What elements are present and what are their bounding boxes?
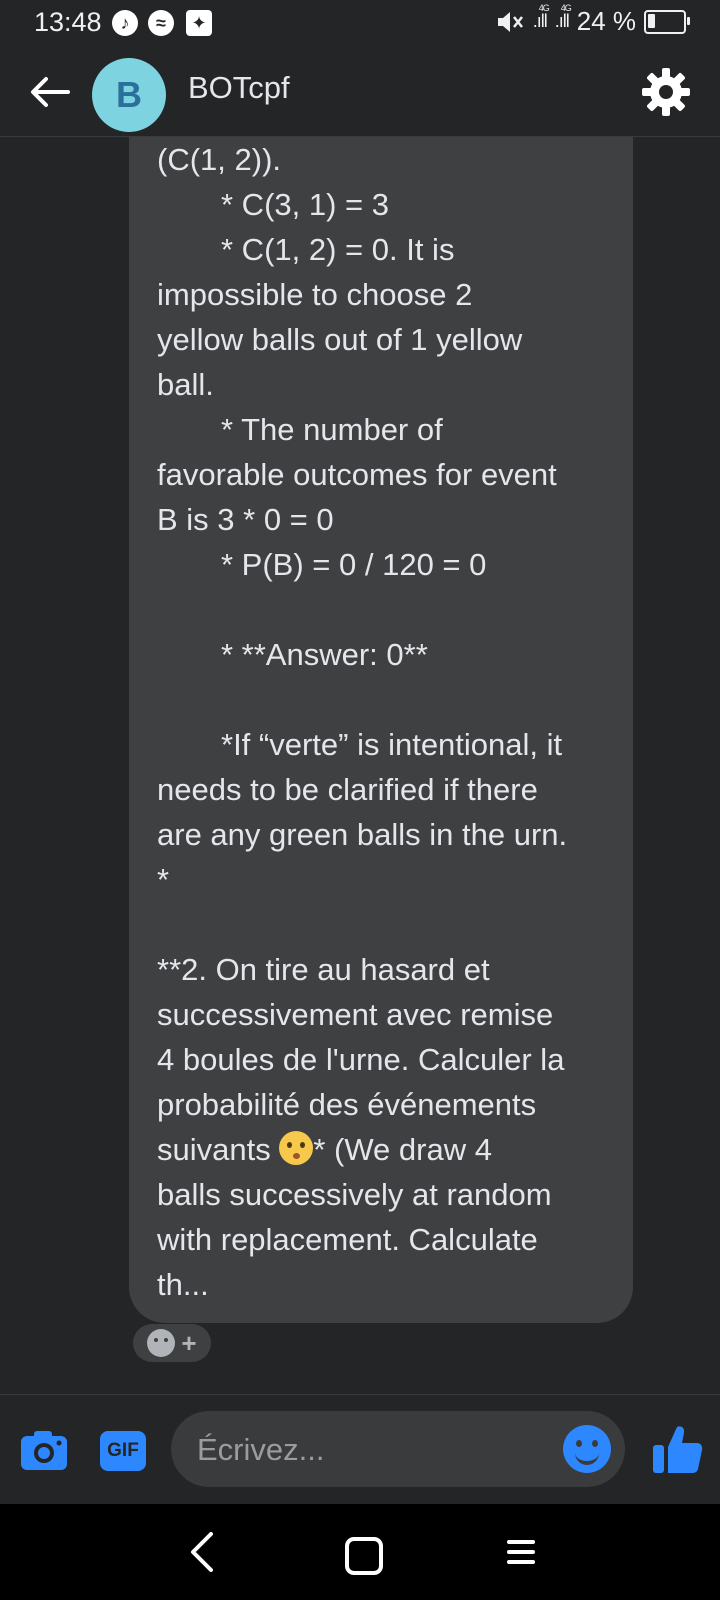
chat-header: B BOTcpf: [0, 46, 720, 137]
message-line: balls successively at random: [157, 1177, 552, 1212]
nav-home-icon[interactable]: [345, 1537, 383, 1575]
emoji-icon[interactable]: [563, 1425, 611, 1473]
signal-icon: 4G .ıll: [554, 3, 572, 31]
battery-percent: 24 %: [576, 6, 636, 36]
message-line: with replacement. Calculate: [157, 1222, 538, 1257]
message-line: suivants * (We draw 4: [157, 1131, 492, 1167]
message-line: are any green balls in the urn.: [157, 817, 568, 852]
message-line: B is 3 * 0 = 0: [157, 502, 334, 537]
message-line: **2. On tire au hasard et: [157, 952, 490, 987]
message-line: * **Answer: 0**: [221, 637, 428, 672]
arrow-left-icon[interactable]: [28, 70, 72, 114]
message-bubble[interactable]: (C(1, 2)). * C(3, 1) = 3 * C(1, 2) = 0. …: [129, 137, 633, 1323]
message-line: th...: [157, 1267, 209, 1302]
system-nav-bar: [0, 1504, 720, 1600]
message-line: yellow balls out of 1 yellow: [157, 322, 523, 357]
message-line: ball.: [157, 367, 214, 402]
message-line: favorable outcomes for event: [157, 457, 557, 492]
shushing-face-emoji-icon: [279, 1131, 314, 1165]
plus-icon: +: [181, 1328, 197, 1358]
camera-icon[interactable]: [20, 1429, 68, 1471]
thumbs-up-icon[interactable]: [650, 1423, 704, 1477]
message-line: * C(3, 1) = 3: [221, 187, 389, 222]
message-thread[interactable]: (C(1, 2)). * C(3, 1) = 3 * C(1, 2) = 0. …: [0, 137, 720, 1394]
messenger-icon: ≈: [148, 10, 174, 36]
signal-icon: 4G .ıll: [532, 3, 550, 31]
message-input[interactable]: [195, 1411, 539, 1489]
message-line: impossible to choose 2: [157, 277, 473, 312]
message-text: (C(1, 2)). * C(3, 1) = 3 * C(1, 2) = 0. …: [157, 137, 617, 1307]
mute-icon: [497, 11, 523, 32]
status-bar: 13:48 ♪ ≈ ✦ 4G .ıll 4G .ıll 24 %: [0, 0, 720, 46]
message-line: successivement avec remise: [157, 997, 554, 1032]
add-reaction-button[interactable]: +: [133, 1324, 211, 1362]
shield-icon: ✦: [186, 10, 212, 36]
tiktok-icon: ♪: [112, 10, 138, 36]
message-line: * The number of: [221, 412, 443, 447]
nav-recents-icon[interactable]: [505, 1538, 537, 1566]
status-time: 13:48: [34, 7, 102, 37]
message-line: probabilité des événements: [157, 1087, 537, 1122]
message-line: *If “verte” is intentional, it: [221, 727, 563, 762]
message-line: *: [157, 862, 170, 897]
message-input-box[interactable]: [171, 1411, 625, 1489]
chat-title[interactable]: BOTcpf: [188, 70, 290, 106]
nav-back-icon[interactable]: [183, 1528, 223, 1576]
message-line: 4 boules de l'urne. Calculer la: [157, 1042, 565, 1077]
gear-icon[interactable]: [640, 66, 692, 118]
avatar[interactable]: B: [92, 58, 166, 132]
battery-icon: [644, 9, 690, 34]
smiley-icon: [147, 1329, 176, 1357]
message-composer: GIF: [0, 1394, 720, 1505]
message-line: needs to be clarified if there: [157, 772, 538, 807]
message-line: * P(B) = 0 / 120 = 0: [221, 547, 487, 582]
message-line: * C(1, 2) = 0. It is: [221, 232, 455, 267]
gif-button[interactable]: GIF: [100, 1431, 146, 1471]
message-line: (C(1, 2)).: [157, 142, 281, 177]
